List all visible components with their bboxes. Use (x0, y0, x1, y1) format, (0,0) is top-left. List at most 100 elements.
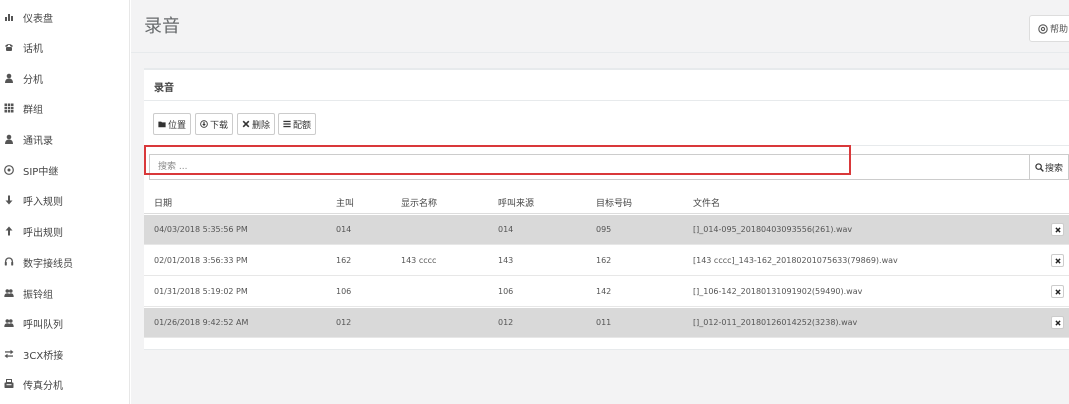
globe-icon (3, 164, 15, 176)
panel-divider (144, 100, 1069, 101)
row-delete-button[interactable] (1051, 316, 1064, 329)
page-title: 录音 (144, 16, 180, 37)
quota-button[interactable]: 配额 (278, 113, 316, 135)
users-icon (3, 317, 15, 329)
row-delete-button[interactable] (1051, 254, 1064, 267)
row-delete-button[interactable] (1051, 223, 1064, 236)
sidebar-item-fax-extensions[interactable]: 传真分机 (0, 374, 130, 394)
sidebar-item-label: 群组 (23, 104, 43, 116)
quota-button-label: 配额 (292, 120, 311, 131)
sidebar-item-contacts[interactable]: 通讯录 (0, 129, 130, 149)
delete-button[interactable]: 删除 (237, 113, 275, 135)
cell-target: 162 (596, 256, 612, 265)
grid-icon (3, 102, 15, 114)
location-button-label: 位置 (167, 120, 186, 131)
close-icon (1054, 226, 1061, 233)
cell-date: 04/03/2018 5:35:56 PM (154, 225, 248, 234)
cell-file-name: [143 cccc]_143-162_20180201075633(79869)… (693, 256, 898, 265)
search-button[interactable]: 搜索 (1029, 154, 1069, 180)
cell-file-name: []_014-095_20180403093556(261).wav (693, 225, 853, 234)
table-row[interactable]: 01/31/2018 5:19:02 PM 106 106 142 []_106… (144, 277, 1069, 307)
column-header-caller[interactable]: 主叫 (336, 196, 354, 209)
cell-target: 095 (596, 225, 612, 234)
sidebar-item-label: 振铃组 (23, 289, 53, 301)
help-icon (1038, 23, 1048, 34)
user-icon (3, 133, 15, 145)
table-row[interactable]: 04/03/2018 5:35:56 PM 014 014 095 []_014… (144, 215, 1069, 245)
search-icon (1035, 162, 1044, 172)
sidebar-item-label: 仪表盘 (23, 13, 53, 25)
help-button-label: 帮助 (1050, 25, 1069, 35)
close-icon (1054, 257, 1061, 264)
cell-target: 142 (596, 287, 612, 296)
header-divider (131, 52, 1069, 53)
headset-icon (3, 256, 15, 268)
cell-caller: 106 (336, 287, 352, 296)
close-icon (1054, 319, 1061, 326)
sidebar-item-digital-receptionist[interactable]: 数字接线员 (0, 252, 130, 272)
table-header-divider (144, 213, 1069, 214)
cell-file-name: []_012-011_20180126014252(3238).wav (693, 318, 858, 327)
cell-target: 011 (596, 318, 612, 327)
sidebar: 仪表盘 话机 分机 群组 通讯录 SIP中继 呼入规则 呼出规则 数字接线员 振… (0, 0, 130, 404)
cell-date: 02/01/2018 3:56:33 PM (154, 256, 248, 265)
close-icon (1054, 288, 1061, 295)
sidebar-item-label: SIP中继 (23, 166, 59, 178)
cell-caller: 014 (336, 225, 352, 234)
row-delete-button[interactable] (1051, 285, 1064, 298)
arrow-up-icon (3, 225, 15, 237)
sidebar-item-sip-trunk[interactable]: SIP中继 (0, 160, 130, 180)
column-header-file-name[interactable]: 文件名 (693, 196, 720, 209)
cell-date: 01/31/2018 5:19:02 PM (154, 287, 248, 296)
users-icon (3, 287, 15, 299)
recordings-panel: 录音 位置 下载 删除 配额 搜索 日期 主叫 显示名称 呼叫来源 目标号码 文… (144, 68, 1069, 350)
search-button-label: 搜索 (1044, 163, 1063, 174)
sidebar-item-3cx-bridge[interactable]: 3CX桥接 (0, 344, 130, 364)
cell-source: 014 (498, 225, 514, 234)
help-button[interactable]: 帮助 (1029, 15, 1069, 42)
sidebar-item-outbound-rules[interactable]: 呼出规则 (0, 221, 130, 241)
column-header-call-source[interactable]: 呼叫来源 (498, 196, 534, 209)
download-button-label: 下载 (209, 120, 228, 131)
exchange-icon (3, 348, 15, 360)
location-button[interactable]: 位置 (153, 113, 191, 135)
main-content: 录音 帮助 录音 位置 下载 删除 配额 搜索 日期 主叫 (131, 0, 1069, 404)
download-button[interactable]: 下载 (195, 113, 233, 135)
cell-date: 01/26/2018 9:42:52 AM (154, 318, 249, 327)
list-icon (283, 120, 291, 128)
cell-source: 143 (498, 256, 514, 265)
phone-icon (3, 41, 15, 53)
cell-display-name: 143 cccc (401, 256, 437, 265)
sidebar-item-label: 传真分机 (23, 380, 63, 392)
search-input[interactable] (149, 154, 1029, 180)
bar-chart-icon (3, 11, 15, 23)
sidebar-item-label: 呼出规则 (23, 227, 63, 239)
column-header-date[interactable]: 日期 (154, 196, 172, 209)
cell-source: 012 (498, 318, 514, 327)
toolbar-divider (144, 145, 1069, 146)
column-header-target-number[interactable]: 目标号码 (596, 196, 632, 209)
sidebar-item-label: 3CX桥接 (23, 350, 64, 362)
sidebar-item-phones[interactable]: 话机 (0, 37, 130, 57)
user-icon (3, 72, 15, 84)
cell-file-name: []_106-142_20180131091902(59490).wav (693, 287, 863, 296)
sidebar-item-label: 话机 (23, 43, 43, 55)
sidebar-item-call-queues[interactable]: 呼叫队列 (0, 313, 130, 333)
fax-icon (3, 378, 15, 390)
sidebar-item-label: 呼叫队列 (23, 319, 63, 331)
times-icon (242, 120, 250, 128)
sidebar-item-ring-groups[interactable]: 振铃组 (0, 283, 130, 303)
panel-title: 录音 (154, 83, 174, 94)
sidebar-item-extensions[interactable]: 分机 (0, 68, 130, 88)
sidebar-item-groups[interactable]: 群组 (0, 98, 130, 118)
sidebar-item-dashboard[interactable]: 仪表盘 (0, 7, 130, 27)
arrow-down-icon (3, 194, 15, 206)
table-row[interactable]: 01/26/2018 9:42:52 AM 012 012 011 []_012… (144, 308, 1069, 338)
cell-caller: 012 (336, 318, 352, 327)
sidebar-item-inbound-rules[interactable]: 呼入规则 (0, 190, 130, 210)
folder-icon (158, 121, 166, 128)
delete-button-label: 删除 (251, 120, 270, 131)
sidebar-item-label: 数字接线员 (23, 258, 73, 270)
table-row[interactable]: 02/01/2018 3:56:33 PM 162 143 cccc 143 1… (144, 246, 1069, 276)
column-header-display-name[interactable]: 显示名称 (401, 196, 437, 209)
